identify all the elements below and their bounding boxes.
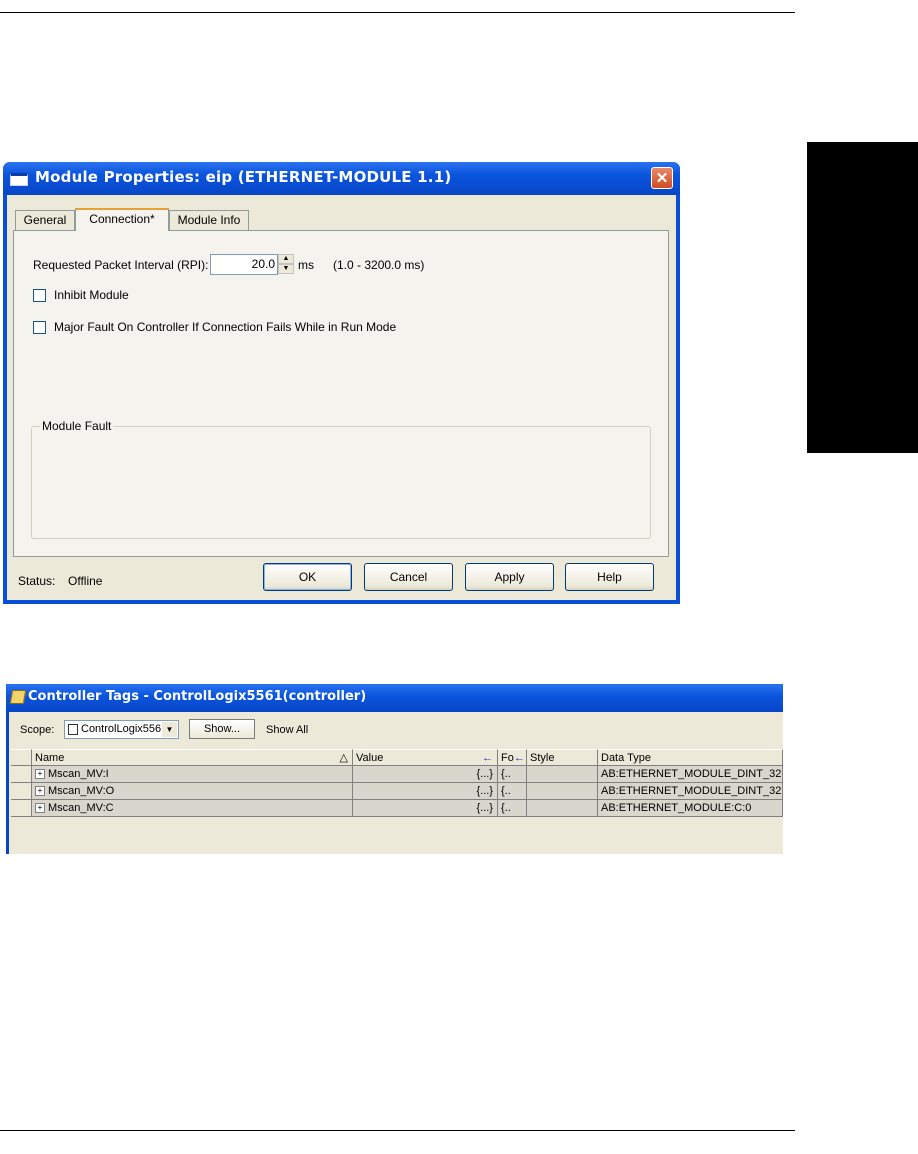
tag-data-type-cell[interactable]: AB:ETHERNET_MODULE_DINT_32...: [598, 766, 783, 783]
rpi-spinner[interactable]: ▲ ▼: [278, 254, 294, 275]
tab-general[interactable]: General: [15, 210, 75, 230]
arrow-left-icon: ←: [513, 752, 525, 764]
close-button[interactable]: ✕: [651, 167, 673, 189]
row-selector[interactable]: [11, 800, 32, 817]
sort-triangle-icon: △: [339, 752, 348, 764]
tag-force-cell[interactable]: {..: [498, 766, 527, 783]
expand-plus-icon[interactable]: +: [35, 769, 45, 780]
column-header-style[interactable]: Style: [527, 749, 598, 766]
tag-name-cell[interactable]: + Mscan_MV:I: [32, 766, 353, 783]
arrow-left-icon: ←: [482, 752, 493, 764]
window-icon: [10, 173, 28, 186]
column-header-data-type[interactable]: Data Type: [598, 749, 783, 766]
ok-button[interactable]: OK: [263, 563, 352, 591]
grid-header: Name △ Value ← Fo← Style Data Type: [11, 749, 783, 766]
tag-data-type-cell[interactable]: AB:ETHERNET_MODULE_DINT_32...: [598, 783, 783, 800]
cancel-button[interactable]: Cancel: [364, 563, 453, 591]
tag-data-type-cell[interactable]: AB:ETHERNET_MODULE:C:0: [598, 800, 783, 817]
row-header-corner: [11, 749, 32, 766]
inhibit-module-label: Inhibit Module: [54, 288, 129, 302]
show-all-text: Show All: [266, 724, 309, 736]
tab-module-info[interactable]: Module Info: [169, 210, 249, 230]
table-row[interactable]: + Mscan_MV:C {...} {.. AB:ETHERNET_MODULE…: [11, 800, 783, 817]
major-fault-checkbox[interactable]: [33, 321, 46, 334]
dialog-title-bar[interactable]: Module Properties: eip (ETHERNET-MODULE …: [3, 162, 680, 195]
scope-label: Scope:: [20, 724, 55, 736]
expand-plus-icon[interactable]: +: [35, 786, 45, 797]
column-header-name[interactable]: Name △: [32, 749, 353, 766]
tags-title-bar[interactable]: Controller Tags - ControlLogix5561(contr…: [6, 684, 783, 712]
tag-value-cell[interactable]: {...}: [353, 783, 498, 800]
connection-tab-panel: Requested Packet Interval (RPI): 20.0 ▲ …: [13, 230, 669, 557]
status-value: Offline: [68, 574, 103, 588]
table-row[interactable]: + Mscan_MV:I {...} {.. AB:ETHERNET_MODULE…: [11, 766, 783, 783]
rpi-input[interactable]: 20.0: [210, 254, 278, 275]
bottom-rule: [0, 1130, 795, 1131]
column-header-force-mask[interactable]: Fo←: [498, 749, 527, 766]
apply-button[interactable]: Apply: [465, 563, 554, 591]
dialog-title: Module Properties: eip (ETHERNET-MODULE …: [35, 168, 452, 186]
module-fault-group: Module Fault: [31, 419, 651, 539]
tags-window-title: Controller Tags - ControlLogix5561(contr…: [28, 689, 367, 704]
row-selector[interactable]: [11, 783, 32, 800]
module-properties-dialog: Module Properties: eip (ETHERNET-MODULE …: [3, 162, 680, 604]
spin-down-icon[interactable]: ▼: [278, 264, 294, 274]
help-button[interactable]: Help: [565, 563, 654, 591]
tags-grid: Name △ Value ← Fo← Style Data Type + Mscan_…: [11, 748, 783, 854]
controller-icon: [68, 724, 78, 735]
tag-style-cell[interactable]: [527, 800, 598, 817]
tag-value-cell[interactable]: {...}: [353, 800, 498, 817]
tag-style-cell[interactable]: [527, 783, 598, 800]
module-fault-label: Module Fault: [40, 419, 114, 433]
table-row[interactable]: + Mscan_MV:O {...} {.. AB:ETHERNET_MODULE…: [11, 783, 783, 800]
status-label: Status:: [18, 574, 56, 588]
top-rule: [0, 12, 795, 13]
dialog-body: General Connection* Module Info Requeste…: [7, 195, 676, 600]
scope-select[interactable]: ControlLogix556 ▼: [64, 720, 179, 739]
rpi-unit: ms: [298, 258, 314, 272]
tag-force-cell[interactable]: {..: [498, 783, 527, 800]
expand-plus-icon[interactable]: +: [35, 803, 45, 814]
tag-name-cell[interactable]: + Mscan_MV:C: [32, 800, 353, 817]
tag-name-cell[interactable]: + Mscan_MV:O: [32, 783, 353, 800]
rpi-range: (1.0 - 3200.0 ms): [333, 258, 425, 272]
tags-window-icon: [9, 690, 27, 704]
show-button[interactable]: Show...: [189, 719, 255, 739]
chevron-down-icon[interactable]: ▼: [162, 722, 177, 737]
tags-window-body: Scope: ControlLogix556 ▼ Show... Show Al…: [6, 712, 783, 854]
tag-value-cell[interactable]: {...}: [353, 766, 498, 783]
side-tab-marker: [807, 142, 918, 453]
inhibit-module-checkbox[interactable]: [33, 289, 46, 302]
column-header-value[interactable]: Value ←: [353, 749, 498, 766]
rpi-label: Requested Packet Interval (RPI):: [33, 258, 209, 272]
controller-tags-window: Controller Tags - ControlLogix5561(contr…: [6, 684, 783, 854]
scope-value: ControlLogix556: [81, 723, 162, 735]
major-fault-label: Major Fault On Controller If Connection …: [54, 320, 397, 334]
tag-style-cell[interactable]: [527, 766, 598, 783]
close-icon: ✕: [655, 170, 669, 187]
tag-force-cell[interactable]: {..: [498, 800, 527, 817]
spin-up-icon[interactable]: ▲: [278, 254, 294, 264]
row-selector[interactable]: [11, 766, 32, 783]
tab-connection[interactable]: Connection*: [75, 208, 169, 231]
